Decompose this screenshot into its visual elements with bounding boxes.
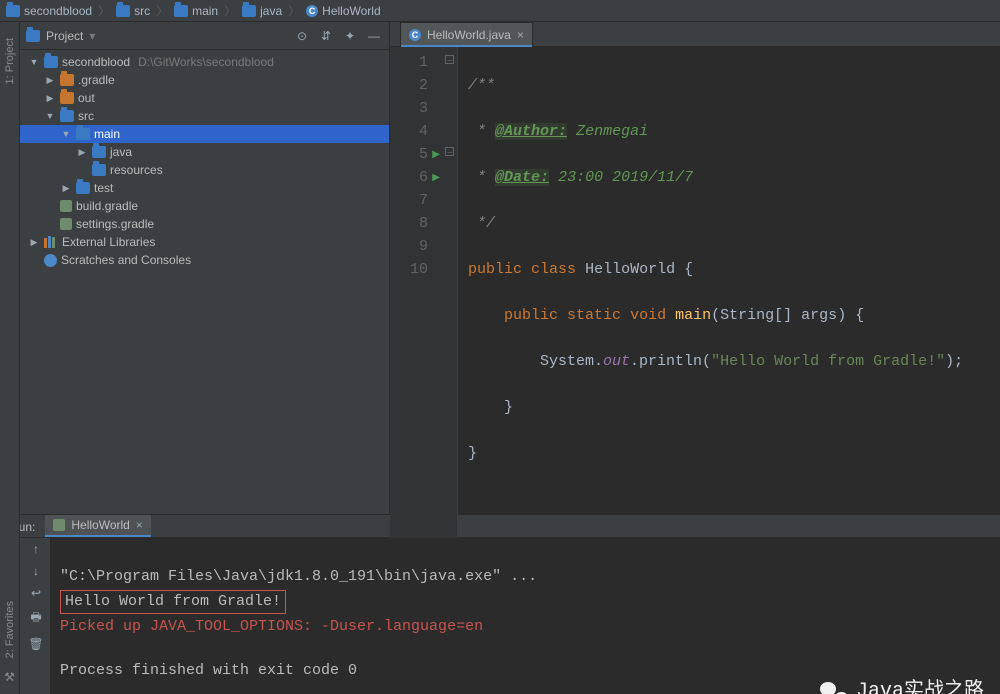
crumb-class[interactable]: CHelloWorld	[306, 4, 380, 18]
line-gutter: 1234 5678 910 ▶ ▶	[390, 47, 442, 557]
tree-item[interactable]: ▶settings.gradle	[20, 215, 389, 233]
fold-icon[interactable]	[445, 147, 454, 156]
print-icon[interactable]: 🖶	[30, 608, 41, 629]
crumb-project[interactable]: secondblood	[6, 4, 92, 18]
wrap-icon[interactable]: ↩	[31, 586, 41, 600]
tree-item[interactable]: ▶.gradle	[20, 71, 389, 89]
console-output[interactable]: "C:\Program Files\Java\jdk1.8.0_191\bin\…	[50, 538, 1000, 694]
run-tab[interactable]: HelloWorld ×	[45, 515, 150, 537]
project-sidebar: Project ▾ ⊙ ⇵ ✦ — ▼ secondblood D:\GitWo…	[20, 22, 390, 514]
folder-icon	[116, 5, 130, 17]
run-gutter-icon[interactable]: ▶	[432, 167, 440, 190]
build-icon[interactable]: ⚒	[4, 670, 15, 684]
close-icon[interactable]: ×	[517, 28, 524, 42]
console-highlighted-output: Hello World from Gradle!	[60, 590, 286, 614]
folder-icon	[92, 146, 106, 158]
tree-scratches[interactable]: ▶Scratches and Consoles	[20, 251, 389, 269]
chevron-down-icon[interactable]: ▼	[60, 129, 72, 139]
console-line: Process finished with exit code 0	[60, 662, 357, 679]
fold-column	[442, 47, 458, 557]
folder-icon	[60, 110, 74, 122]
run-config-icon	[53, 519, 65, 531]
folder-icon	[174, 5, 188, 17]
class-icon: C	[306, 5, 318, 17]
chevron-right-icon: 〉	[156, 2, 168, 19]
project-tree[interactable]: ▼ secondblood D:\GitWorks\secondblood ▶.…	[20, 50, 389, 514]
crumb-main[interactable]: main	[174, 4, 218, 18]
close-icon[interactable]: ×	[136, 518, 143, 532]
folder-icon	[44, 56, 58, 68]
breadcrumb: secondblood 〉 src 〉 main 〉 java 〉 CHello…	[0, 0, 1000, 22]
crumb-src[interactable]: src	[116, 4, 150, 18]
chevron-right-icon[interactable]: ▶	[28, 237, 40, 248]
chevron-right-icon: 〉	[288, 2, 300, 19]
chevron-right-icon[interactable]: ▶	[60, 183, 72, 194]
code-area[interactable]: /** * @Author: Zenmegai * @Date: 23:00 2…	[458, 47, 1000, 557]
folder-icon	[60, 92, 74, 104]
console-line: Picked up JAVA_TOOL_OPTIONS: -Duser.lang…	[60, 618, 483, 635]
left-toolstrip: 1: Project	[0, 22, 20, 514]
scratches-icon	[44, 254, 57, 267]
tree-item[interactable]: ▼src	[20, 107, 389, 125]
folder-icon	[76, 128, 90, 140]
project-panel-title: Project	[46, 29, 83, 43]
favorites-toolwindow-tab[interactable]: 2: Favorites	[4, 601, 16, 658]
project-icon	[26, 30, 40, 42]
folder-icon	[242, 5, 256, 17]
run-toolbar-right: ↑ ↓ ↩ 🖶 🗑	[22, 538, 50, 694]
tree-root-path: D:\GitWorks\secondblood	[138, 55, 274, 69]
library-icon	[44, 236, 58, 248]
tree-external-libs[interactable]: ▶External Libraries	[20, 233, 389, 251]
gradle-file-icon	[60, 218, 72, 230]
folder-icon	[92, 164, 106, 176]
up-icon[interactable]: ↑	[33, 542, 39, 556]
folder-icon	[60, 74, 74, 86]
project-toolwindow-tab[interactable]: 1: Project	[4, 38, 16, 84]
chevron-down-icon[interactable]: ▼	[28, 57, 40, 67]
tree-item-selected[interactable]: ▼main	[20, 125, 389, 143]
class-icon: C	[409, 29, 421, 41]
dropdown-icon[interactable]: ▾	[89, 29, 95, 43]
trash-icon[interactable]: 🗑	[28, 637, 43, 651]
hide-icon[interactable]: —	[365, 27, 383, 45]
tree-item[interactable]: ▶test	[20, 179, 389, 197]
chevron-right-icon[interactable]: ▶	[44, 75, 56, 86]
run-panel-header: Run: HelloWorld ×	[0, 515, 1000, 538]
run-panel: Run: HelloWorld × ▶ ■ ⏸ ⏏ ▦ ↑ ↓ ↩ 🖶 🗑	[0, 514, 1000, 694]
crumb-java[interactable]: java	[242, 4, 282, 18]
tree-root[interactable]: ▼ secondblood D:\GitWorks\secondblood	[20, 53, 389, 71]
chevron-right-icon: 〉	[224, 2, 236, 19]
fold-icon[interactable]	[445, 55, 454, 64]
chevron-right-icon: 〉	[98, 2, 110, 19]
run-gutter-icon[interactable]: ▶	[432, 144, 440, 167]
chevron-down-icon[interactable]: ▼	[44, 111, 56, 121]
tree-item[interactable]: ▶out	[20, 89, 389, 107]
chevron-right-icon[interactable]: ▶	[44, 93, 56, 104]
gear-icon[interactable]: ✦	[341, 27, 359, 45]
tree-item[interactable]: ▶build.gradle	[20, 197, 389, 215]
locate-icon[interactable]: ⊙	[293, 27, 311, 45]
chevron-right-icon[interactable]: ▶	[76, 147, 88, 158]
editor-body[interactable]: 1234 5678 910 ▶ ▶ /** * @Author: Zenmega…	[390, 47, 1000, 557]
tree-item[interactable]: ▶resources	[20, 161, 389, 179]
editor-area: C HelloWorld.java × 1234 5678 910 ▶ ▶ /*	[390, 22, 1000, 514]
folder-icon	[6, 5, 20, 17]
project-panel-header: Project ▾ ⊙ ⇵ ✦ —	[20, 22, 389, 50]
down-icon[interactable]: ↓	[33, 564, 39, 578]
collapse-icon[interactable]: ⇵	[317, 27, 335, 45]
tree-item[interactable]: ▶java	[20, 143, 389, 161]
gradle-file-icon	[60, 200, 72, 212]
editor-tab[interactable]: C HelloWorld.java ×	[400, 22, 533, 46]
console-line: "C:\Program Files\Java\jdk1.8.0_191\bin\…	[60, 568, 537, 585]
watermark: Java实战之路	[820, 680, 984, 694]
editor-tabbar: C HelloWorld.java ×	[390, 22, 1000, 47]
wechat-icon	[820, 680, 848, 694]
folder-icon	[76, 182, 90, 194]
